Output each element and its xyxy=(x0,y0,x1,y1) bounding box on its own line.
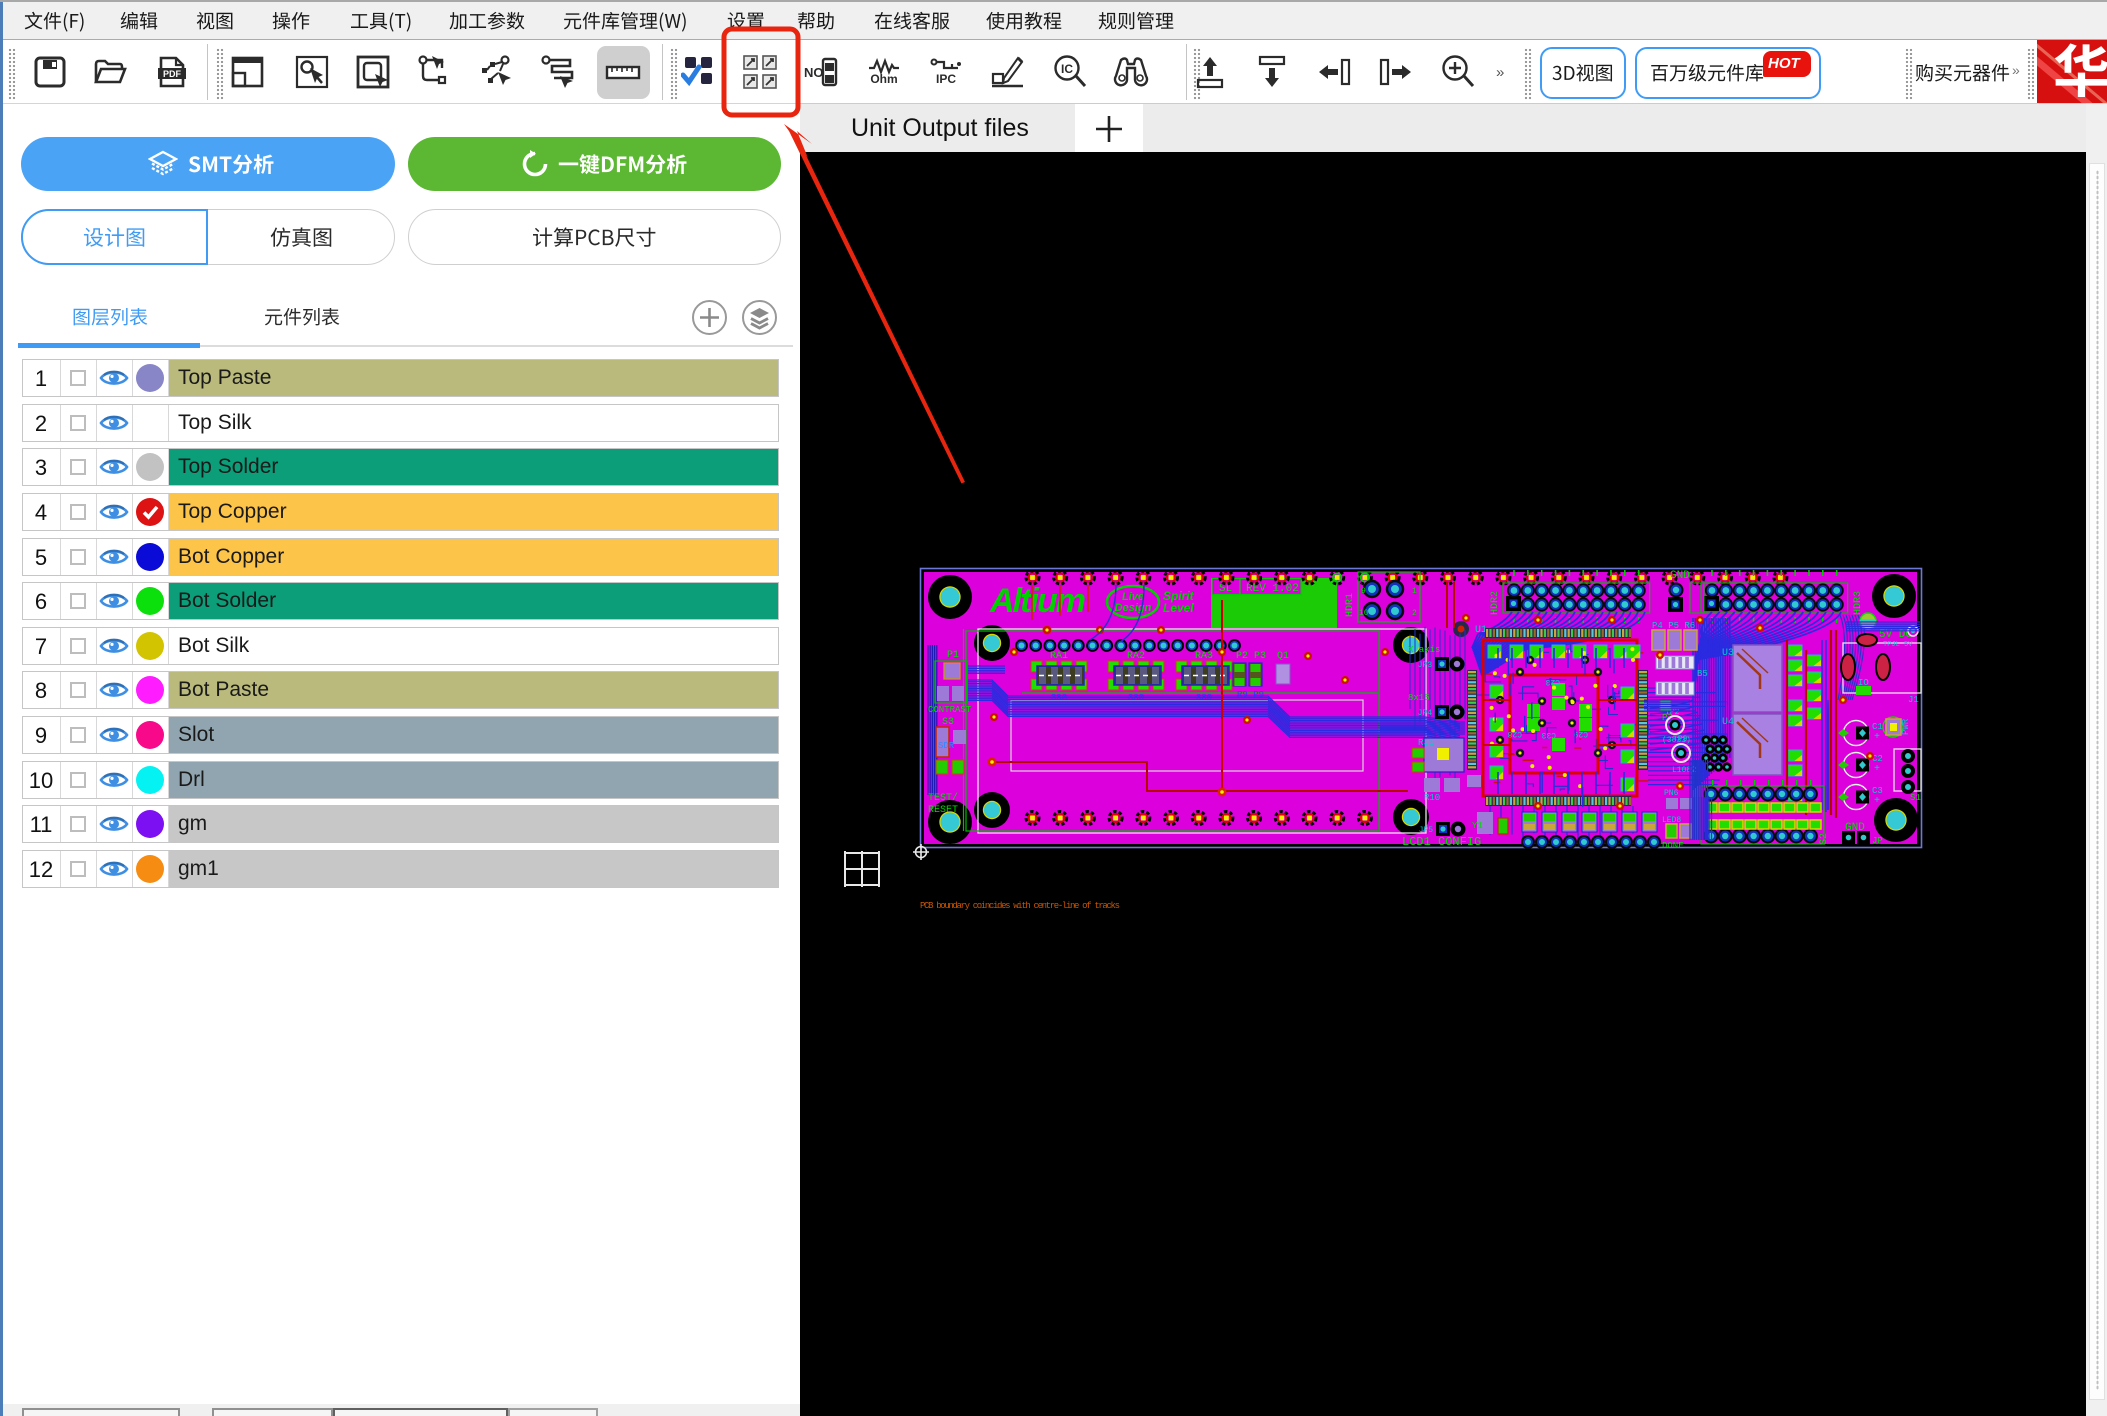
svg-text:JP3: JP3 xyxy=(1418,661,1433,670)
svg-text:+: + xyxy=(1874,732,1880,743)
svg-text:+: + xyxy=(1874,764,1880,775)
svg-text:Level: Level xyxy=(1163,601,1194,615)
svg-text:RA2: RA2 xyxy=(1127,651,1145,662)
svg-text:HDR1: HDR1 xyxy=(1345,593,1356,617)
svg-text:C1: C1 xyxy=(1872,722,1883,732)
svg-text:TEST/: TEST/ xyxy=(928,792,958,804)
svg-text:U4: U4 xyxy=(1722,717,1734,728)
svg-text:CONTRAST: CONTRAST xyxy=(928,705,972,715)
svg-text:SL: SL xyxy=(1219,583,1232,595)
svg-text:P2 P3: P2 P3 xyxy=(1236,651,1266,662)
svg-text:U3: U3 xyxy=(1722,648,1734,659)
svg-text:RA1: RA1 xyxy=(1050,651,1068,662)
svg-text:PCB boundary coincides with ce: PCB boundary coincides with centre-line … xyxy=(920,901,1120,911)
svg-text:PWR: PWR xyxy=(1901,718,1911,735)
svg-text:C23: C23 xyxy=(1545,677,1560,686)
svg-text:B5: B5 xyxy=(1697,669,1708,679)
svg-text:S1: S1 xyxy=(1910,793,1921,803)
svg-text:IPC: IPC xyxy=(936,72,956,86)
svg-text:HDR2: HDR2 xyxy=(1490,591,1501,615)
svg-text:DONE: DONE xyxy=(1662,841,1684,851)
svg-text:TP9: TP9 xyxy=(1673,735,1688,744)
svg-text:Ohm: Ohm xyxy=(870,72,897,86)
svg-text:8x15: 8x15 xyxy=(1408,693,1430,703)
svg-text:RJ1: RJ1 xyxy=(1418,738,1434,748)
svg-text:GND: GND xyxy=(1670,570,1690,582)
svg-text:X axis: X axis xyxy=(1408,645,1440,655)
svg-text:Q1: Q1 xyxy=(1277,651,1289,662)
svg-text:S2: S2 xyxy=(1819,833,1830,845)
svg-text:C3: C3 xyxy=(1872,786,1883,796)
svg-text:JP4: JP4 xyxy=(1418,709,1433,718)
svg-text:Y1: Y1 xyxy=(1472,821,1483,831)
svg-text:C33: C33 xyxy=(1541,730,1556,739)
svg-text:R9 P9: R9 P9 xyxy=(1237,690,1264,700)
svg-text:J1: J1 xyxy=(1908,695,1919,705)
svg-text:PDF: PDF xyxy=(163,69,182,79)
svg-text:REV 1.02: REV 1.02 xyxy=(1246,583,1299,595)
svg-text:TPJL 5V: TPJL 5V xyxy=(1883,641,1913,649)
svg-text:1: 1 xyxy=(1412,587,1417,596)
svg-text:SDR: SDR xyxy=(938,741,955,751)
svg-text:RA3: RA3 xyxy=(1195,651,1213,662)
svg-text:RESET: RESET xyxy=(928,805,958,816)
svg-text:JP5: JP5 xyxy=(1419,826,1434,835)
svg-text:LED8: LED8 xyxy=(1662,816,1681,825)
svg-text:2: 2 xyxy=(1412,609,1417,618)
svg-text:NO: NO xyxy=(804,65,824,80)
svg-text:HDR3: HDR3 xyxy=(1853,591,1864,615)
svg-text:Altium: Altium xyxy=(989,582,1086,620)
svg-text:9: 9 xyxy=(1361,587,1366,596)
svg-text:IC: IC xyxy=(1061,62,1073,76)
svg-text:10: 10 xyxy=(1359,609,1369,618)
svg-text:+: + xyxy=(1874,796,1880,807)
svg-text:Design: Design xyxy=(1115,602,1152,614)
svg-text:LCD1 CONFIG: LCD1 CONFIG xyxy=(1402,835,1481,849)
svg-text:R10: R10 xyxy=(1424,793,1440,803)
svg-text:JP: JP xyxy=(1872,836,1883,846)
svg-text:P1: P1 xyxy=(947,650,959,661)
svg-text:PN6: PN6 xyxy=(1664,789,1679,798)
